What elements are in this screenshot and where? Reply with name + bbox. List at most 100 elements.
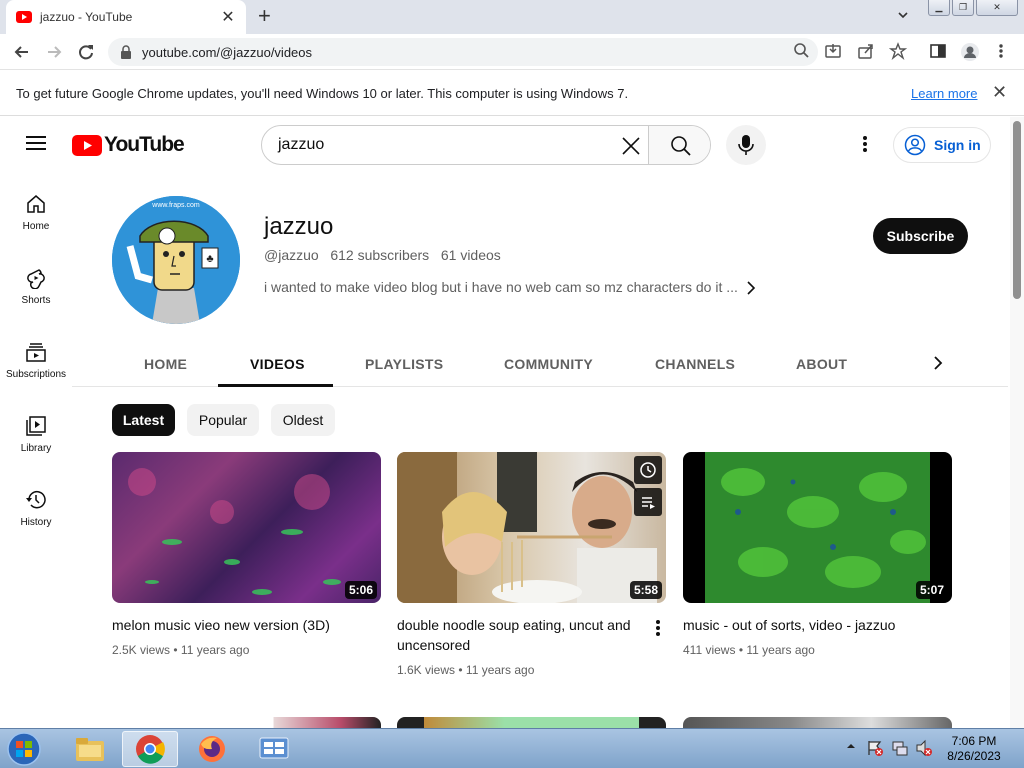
video-options-kebab-icon[interactable]	[650, 618, 666, 638]
channel-description[interactable]: i wanted to make video blog but i have n…	[264, 279, 738, 295]
subscribe-button[interactable]: Subscribe	[873, 218, 968, 254]
video-views: 1.6K views	[397, 663, 456, 677]
window-controls: ▁ ❐ ✕	[928, 0, 1018, 16]
tab-about[interactable]: ABOUT	[796, 356, 847, 372]
nav-library[interactable]: Library	[0, 395, 72, 469]
hamburger-menu-icon[interactable]	[26, 135, 46, 151]
chip-oldest[interactable]: Oldest	[271, 404, 335, 436]
video-thumbnail[interactable]: 5:58	[397, 452, 666, 603]
close-window-button[interactable]: ✕	[976, 0, 1018, 16]
video-meta: 1.6K views • 11 years ago	[397, 663, 535, 677]
video-thumbnail[interactable]: 5:07	[683, 452, 952, 603]
clock-time: 7:06 PM	[951, 734, 997, 748]
nav-home[interactable]: Home	[0, 173, 72, 247]
video-thumbnail-partial[interactable]	[112, 717, 381, 728]
show-hidden-icons-arrow-icon[interactable]	[846, 741, 856, 751]
tab-videos[interactable]: VIDEOS	[250, 356, 305, 372]
browser-tab[interactable]: jazzuo - YouTube ✕	[6, 0, 246, 34]
video-duration: 5:06	[344, 581, 377, 599]
maximize-button[interactable]: ❐	[952, 0, 974, 16]
watch-later-clock-icon[interactable]	[634, 456, 662, 484]
clear-search-icon[interactable]	[620, 135, 642, 157]
video-thumbnail-partial[interactable]	[683, 717, 952, 728]
system-clock[interactable]: 7:06 PM 8/26/2023	[940, 734, 1008, 764]
folder-icon	[76, 738, 104, 761]
search-input[interactable]: jazzuo	[278, 136, 324, 154]
people-eating-noodles-thumbnail-icon	[397, 452, 657, 603]
channel-handle: @jazzuo	[264, 247, 319, 263]
tabs-next-chevron-icon[interactable]	[930, 354, 946, 372]
address-bar[interactable]: youtube.com/@jazzuo/videos	[108, 38, 818, 66]
start-button[interactable]	[4, 731, 44, 767]
scrollbar-thumb[interactable]	[1013, 121, 1021, 299]
tab-title: jazzuo - YouTube	[40, 10, 133, 24]
side-panel-icon[interactable]	[929, 42, 947, 60]
video-thumbnail-partial[interactable]	[397, 717, 666, 728]
avatar-caption: www.fraps.com	[151, 202, 200, 209]
share-icon[interactable]	[857, 42, 875, 60]
youtube-logo[interactable]: YouTube	[72, 133, 185, 157]
reload-icon[interactable]	[76, 42, 96, 62]
video-title[interactable]: melon music vieo new version (3D)	[112, 615, 352, 635]
channel-tabs: HOME VIDEOS PLAYLISTS COMMUNITY CHANNELS…	[72, 339, 1008, 387]
video-age: 11 years ago	[465, 663, 535, 677]
taskbar-control-panel[interactable]	[246, 731, 302, 767]
add-to-queue-icon[interactable]	[634, 488, 662, 516]
chip-popular[interactable]: Popular	[187, 404, 259, 436]
volume-muted-icon[interactable]	[915, 739, 933, 757]
settings-kebab-icon[interactable]	[855, 133, 875, 155]
chrome-menu-icon[interactable]	[996, 42, 1006, 60]
account-circle-icon	[904, 134, 926, 156]
tab-playlists[interactable]: PLAYLISTS	[365, 356, 443, 372]
video-views: 2.5K views	[112, 643, 171, 657]
back-arrow-icon[interactable]	[12, 42, 32, 62]
video-age: 11 years ago	[180, 643, 250, 657]
search-icon	[670, 136, 691, 156]
zoom-search-icon[interactable]	[793, 42, 809, 58]
youtube-header: YouTube jazzuo Sign in	[0, 117, 1010, 173]
close-tab-icon[interactable]: ✕	[220, 7, 236, 27]
nav-shorts[interactable]: Shorts	[0, 247, 72, 321]
voice-search-button[interactable]	[726, 125, 766, 165]
nav-subscriptions[interactable]: Subscriptions	[0, 321, 72, 395]
channel-meta: @jazzuo 612 subscribers 61 videos	[264, 247, 501, 263]
action-center-flag-icon[interactable]	[866, 739, 884, 757]
network-icon[interactable]	[891, 739, 909, 757]
video-title[interactable]: music - out of sorts, video - jazzuo	[683, 615, 923, 635]
bookmark-star-icon[interactable]	[889, 42, 907, 60]
microphone-icon	[738, 135, 754, 155]
profile-avatar-icon[interactable]	[960, 42, 980, 62]
install-app-icon[interactable]	[824, 42, 842, 60]
url-text: youtube.com/@jazzuo/videos	[142, 45, 313, 60]
tab-search-chevron-icon[interactable]	[896, 8, 910, 22]
nav-shorts-label: Shorts	[21, 295, 51, 306]
chip-latest[interactable]: Latest	[112, 404, 175, 436]
tab-community[interactable]: COMMUNITY	[504, 356, 593, 372]
browser-toolbar: youtube.com/@jazzuo/videos	[0, 34, 1024, 70]
search-button[interactable]	[648, 126, 710, 164]
search-box[interactable]: jazzuo	[261, 125, 711, 165]
description-chevron-right-icon[interactable]	[745, 280, 757, 296]
forward-arrow-icon[interactable]	[44, 42, 64, 62]
page-scrollbar[interactable]	[1010, 117, 1024, 728]
video-meta: 411 views • 11 years ago	[683, 643, 815, 657]
video-title[interactable]: double noodle soup eating, uncut and unc…	[397, 615, 637, 655]
tab-channels[interactable]: CHANNELS	[655, 356, 735, 372]
sign-in-button[interactable]: Sign in	[893, 127, 991, 163]
taskbar-explorer[interactable]	[62, 731, 118, 767]
learn-more-link[interactable]: Learn more	[911, 86, 977, 101]
infobar-close-icon[interactable]: ✕	[992, 82, 1007, 103]
tab-home[interactable]: HOME	[144, 356, 187, 372]
sign-in-label: Sign in	[934, 137, 981, 153]
video-thumbnail[interactable]: 5:06	[112, 452, 381, 603]
channel-avatar[interactable]: www.fraps.com ♣	[112, 196, 240, 324]
video-meta: 2.5K views • 11 years ago	[112, 643, 250, 657]
lock-icon[interactable]	[120, 45, 132, 59]
library-icon	[26, 416, 46, 436]
taskbar-firefox[interactable]	[184, 731, 240, 767]
taskbar-chrome[interactable]	[122, 731, 178, 767]
new-tab-button[interactable]: +	[258, 5, 271, 27]
nav-history[interactable]: History	[0, 469, 72, 543]
minimize-button[interactable]: ▁	[928, 0, 950, 16]
green-leaves-thumbnail-icon	[705, 452, 930, 603]
